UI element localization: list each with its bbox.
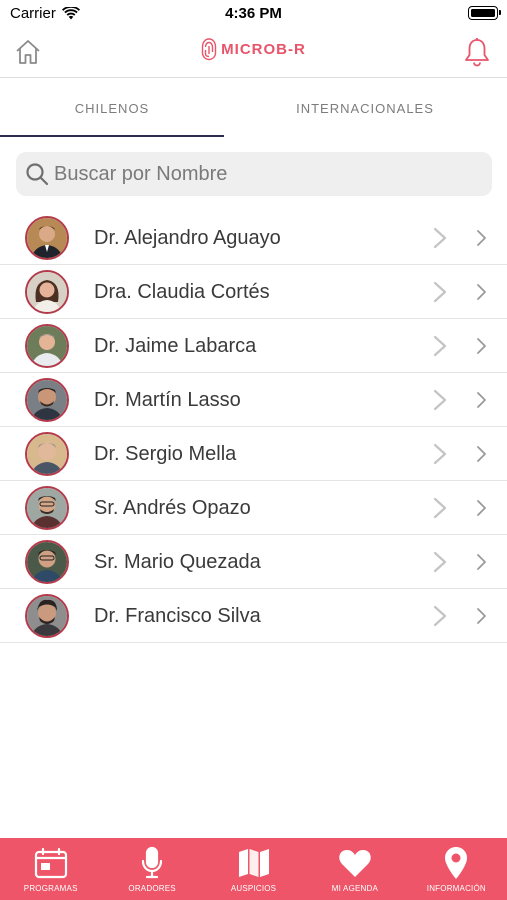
location-pin-icon: [443, 846, 469, 880]
speaker-name: Dr. Jaime Labarca: [94, 335, 257, 357]
avatar: [25, 324, 69, 368]
chevron-right-icon: [433, 605, 447, 627]
brand-name: MICROB-R: [221, 40, 306, 58]
avatar: [25, 594, 69, 638]
chevron-right-icon: [477, 338, 486, 354]
chevron-right-icon: [477, 392, 486, 408]
speaker-list: Dr. Alejandro Aguayo Dra. Claudia Cortés…: [0, 211, 507, 643]
battery-icon: [468, 6, 501, 20]
tab-chilenos[interactable]: CHILENOS: [0, 79, 224, 137]
avatar: [25, 378, 69, 422]
speaker-name: Dr. Sergio Mella: [94, 443, 237, 465]
avatar: [25, 270, 69, 314]
chevron-right-icon: [433, 335, 447, 357]
tab-mi-agenda-label: MI AGENDA: [331, 884, 379, 893]
brand-logo: MICROB-R: [0, 37, 507, 61]
search-bar[interactable]: [16, 152, 492, 196]
tab-chilenos-label: CHILENOS: [74, 100, 150, 116]
chevron-right-icon: [433, 497, 447, 519]
chevron-right-icon: [433, 227, 447, 249]
notifications-button[interactable]: [461, 36, 493, 68]
chevron-right-icon: [433, 551, 447, 573]
tab-mi-agenda[interactable]: MI AGENDA: [304, 838, 405, 900]
active-tab-indicator: [0, 135, 224, 137]
chevron-right-icon: [433, 443, 447, 465]
chevron-right-icon: [433, 281, 447, 303]
tab-auspicios[interactable]: AUSPICIOS: [203, 838, 304, 900]
chevron-right-icon: [477, 554, 486, 570]
avatar: [25, 432, 69, 476]
tab-programas-label: PROGRAMAS: [23, 884, 78, 893]
segment-tabs: CHILENOS INTERNACIONALES: [0, 79, 507, 137]
tab-informacion-label: INFORMACIÓN: [426, 884, 486, 893]
chevron-right-icon: [477, 446, 486, 462]
chevron-right-icon: [433, 389, 447, 411]
chevron-right-icon: [477, 500, 486, 516]
search-icon: [24, 161, 50, 187]
calendar-icon: [34, 846, 68, 880]
microphone-icon: [140, 846, 164, 880]
speaker-name: Dr. Alejandro Aguayo: [94, 227, 281, 249]
chevron-right-icon: [477, 284, 486, 300]
tab-informacion[interactable]: INFORMACIÓN: [406, 838, 507, 900]
speaker-name: Dr. Martín Lasso: [94, 389, 241, 411]
avatar: [25, 216, 69, 260]
status-bar: Carrier 4:36 PM: [0, 0, 507, 28]
bottom-tab-bar: PROGRAMAS ORADORES AUSPICIOS MI AGENDA I…: [0, 838, 507, 900]
search-input[interactable]: [54, 162, 474, 186]
map-icon: [237, 846, 271, 880]
tab-internacionales[interactable]: INTERNACIONALES: [253, 79, 477, 137]
speaker-row[interactable]: Sr. Mario Quezada: [0, 535, 507, 589]
speaker-row[interactable]: Dr. Sergio Mella: [0, 427, 507, 481]
speaker-name: Dr. Francisco Silva: [94, 605, 261, 627]
bell-icon: [465, 38, 489, 67]
tab-internacionales-label: INTERNACIONALES: [296, 100, 434, 116]
nav-bar: MICROB-R: [0, 28, 507, 78]
speaker-row[interactable]: Sr. Andrés Opazo: [0, 481, 507, 535]
speaker-row[interactable]: Dr. Martín Lasso: [0, 373, 507, 427]
heart-icon: [338, 846, 372, 880]
fingerprint-icon: [201, 38, 217, 61]
status-time: 4:36 PM: [225, 5, 282, 22]
speaker-name: Sr. Andrés Opazo: [94, 497, 251, 519]
avatar: [25, 540, 69, 584]
speaker-row[interactable]: Dr. Alejandro Aguayo: [0, 211, 507, 265]
speaker-row[interactable]: Dr. Francisco Silva: [0, 589, 507, 643]
tab-oradores[interactable]: ORADORES: [101, 838, 202, 900]
speaker-row[interactable]: Dra. Claudia Cortés: [0, 265, 507, 319]
speaker-row[interactable]: Dr. Jaime Labarca: [0, 319, 507, 373]
tab-programas[interactable]: PROGRAMAS: [0, 838, 101, 900]
tab-auspicios-label: AUSPICIOS: [230, 884, 277, 893]
chevron-right-icon: [477, 230, 486, 246]
speaker-name: Sr. Mario Quezada: [94, 551, 261, 573]
speaker-name: Dra. Claudia Cortés: [94, 281, 270, 303]
tab-oradores-label: ORADORES: [128, 884, 176, 893]
chevron-right-icon: [477, 608, 486, 624]
avatar: [25, 486, 69, 530]
